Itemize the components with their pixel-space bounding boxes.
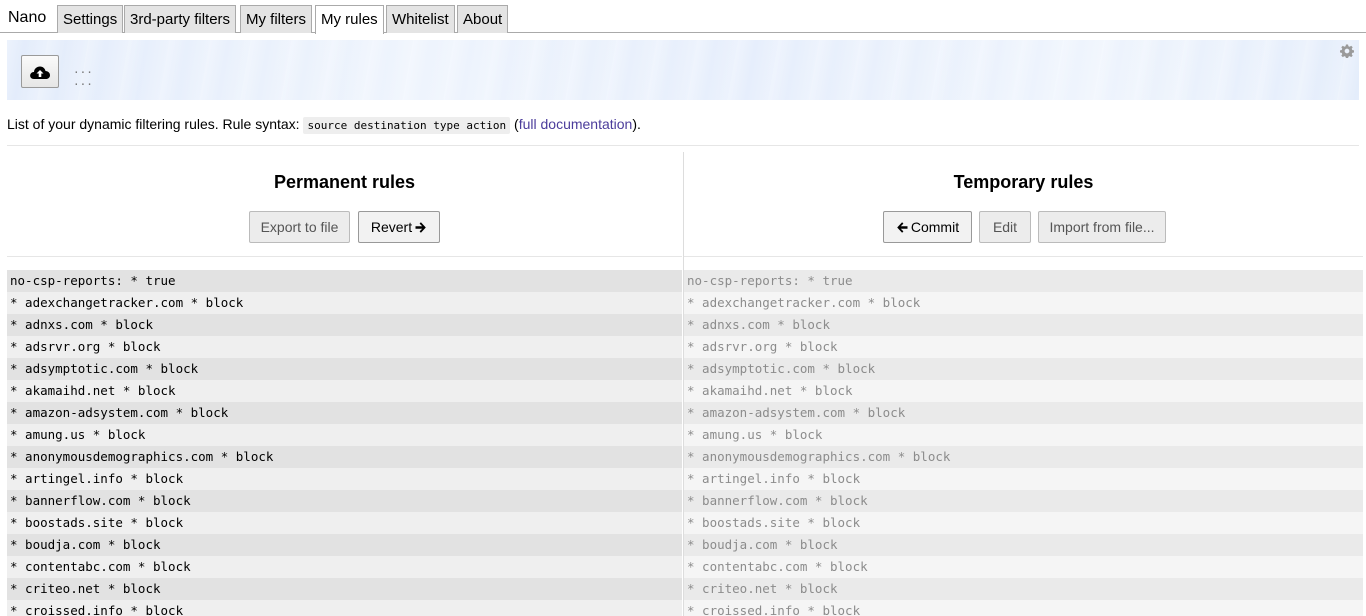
cloud-push-button[interactable] xyxy=(21,55,59,88)
tab-whitelist[interactable]: Whitelist xyxy=(386,5,455,33)
permanent-rules-list[interactable]: no-csp-reports: * true * adexchangetracke… xyxy=(7,270,682,616)
permanent-button-row: Export to file Revert xyxy=(249,211,449,243)
paren-close: ). xyxy=(632,116,641,132)
gear-icon[interactable] xyxy=(1340,44,1354,58)
rule-row: * criteo.net * block xyxy=(7,578,682,600)
tab-3rd-party-filters[interactable]: 3rd-party filters xyxy=(124,5,237,33)
rule-row: * anonymousdemographics.com * block xyxy=(7,446,682,468)
import-label: Import from file... xyxy=(1049,219,1155,235)
rule-row: * contentabc.com * block xyxy=(7,556,682,578)
rule-row: * adsymptotic.com * block xyxy=(7,358,682,380)
rule-row: * adnxs.com * block xyxy=(684,314,1363,336)
description-text: List of your dynamic filtering rules. Ru… xyxy=(7,116,304,132)
rule-row: * artingel.info * block xyxy=(7,468,682,490)
tab-about[interactable]: About xyxy=(457,5,509,33)
rule-row: * boostads.site * block xyxy=(7,512,682,534)
cloud-status-line-2: ... xyxy=(73,75,93,88)
rule-row: * croissed.info * block xyxy=(7,600,682,616)
permanent-rules-title: Permanent rules xyxy=(273,172,416,192)
rule-row: * adsymptotic.com * block xyxy=(684,358,1363,380)
cloud-upload-icon xyxy=(30,66,50,79)
rule-row: * akamaihd.net * block xyxy=(7,380,682,402)
export-label: Export to file xyxy=(260,219,339,235)
edit-button[interactable]: Edit xyxy=(979,211,1031,243)
rule-row: * croissed.info * block xyxy=(684,600,1363,616)
panel-divider xyxy=(7,256,682,257)
full-documentation-link[interactable]: full documentation xyxy=(519,116,633,132)
rule-row: * adsrvr.org * block xyxy=(684,336,1363,358)
temporary-rules-list[interactable]: no-csp-reports: * true * adexchangetracke… xyxy=(684,270,1363,616)
rule-row: * bannerflow.com * block xyxy=(684,490,1363,512)
permanent-rules-panel: Permanent rules Export to file Revert no… xyxy=(7,152,682,616)
rule-row: * adexchangetracker.com * block xyxy=(7,292,682,314)
arrow-left-icon xyxy=(897,221,908,233)
cloud-status-line-1: ... xyxy=(73,63,93,76)
rule-row: no-csp-reports: * true xyxy=(7,270,682,292)
rule-row: * boostads.site * block xyxy=(684,512,1363,534)
rule-row: * adnxs.com * block xyxy=(7,314,682,336)
app-brand: Nano xyxy=(8,9,47,26)
export-to-file-button[interactable]: Export to file xyxy=(249,211,350,243)
tab-settings[interactable]: Settings xyxy=(57,5,124,33)
rule-row: * bannerflow.com * block xyxy=(7,490,682,512)
arrow-right-icon xyxy=(415,221,426,233)
rule-syntax-code: source destination type action xyxy=(303,117,511,134)
divider xyxy=(7,145,1359,146)
rule-row: * contentabc.com * block xyxy=(684,556,1363,578)
rule-row: * amung.us * block xyxy=(7,424,682,446)
tab-my-rules[interactable]: My rules xyxy=(315,5,384,34)
rule-row: * amazon-adsystem.com * block xyxy=(684,402,1363,424)
revert-label: Revert xyxy=(370,219,413,235)
rules-description: List of your dynamic filtering rules. Ru… xyxy=(7,116,641,134)
rule-row: * adsrvr.org * block xyxy=(7,336,682,358)
commit-label: Commit xyxy=(910,219,960,235)
rule-row: * akamaihd.net * block xyxy=(684,380,1363,402)
temporary-button-row: Commit Edit Import from file... xyxy=(883,211,1173,243)
tab-my-filters[interactable]: My filters xyxy=(240,5,312,33)
rule-row: * boudja.com * block xyxy=(7,534,682,556)
rule-row: * adexchangetracker.com * block xyxy=(684,292,1363,314)
rule-row: * boudja.com * block xyxy=(684,534,1363,556)
tab-bar: Nano Settings 3rd-party filters My filte… xyxy=(0,0,1366,34)
cloud-storage-widget: ... ... xyxy=(7,40,1359,100)
edit-label: Edit xyxy=(992,219,1018,235)
import-from-file-button[interactable]: Import from file... xyxy=(1038,211,1166,243)
temporary-rules-title: Temporary rules xyxy=(953,172,1094,192)
revert-button[interactable]: Revert xyxy=(358,211,440,243)
panel-divider xyxy=(684,256,1363,257)
rule-row: * amazon-adsystem.com * block xyxy=(7,402,682,424)
rule-row: * amung.us * block xyxy=(684,424,1363,446)
paren-open: ( xyxy=(510,116,519,132)
rule-row: * artingel.info * block xyxy=(684,468,1363,490)
rule-row: * criteo.net * block xyxy=(684,578,1363,600)
temporary-rules-panel: Temporary rules Commit Edit Import from … xyxy=(683,152,1363,616)
rule-row: * anonymousdemographics.com * block xyxy=(684,446,1363,468)
commit-button[interactable]: Commit xyxy=(883,211,972,243)
rule-row: no-csp-reports: * true xyxy=(684,270,1363,292)
